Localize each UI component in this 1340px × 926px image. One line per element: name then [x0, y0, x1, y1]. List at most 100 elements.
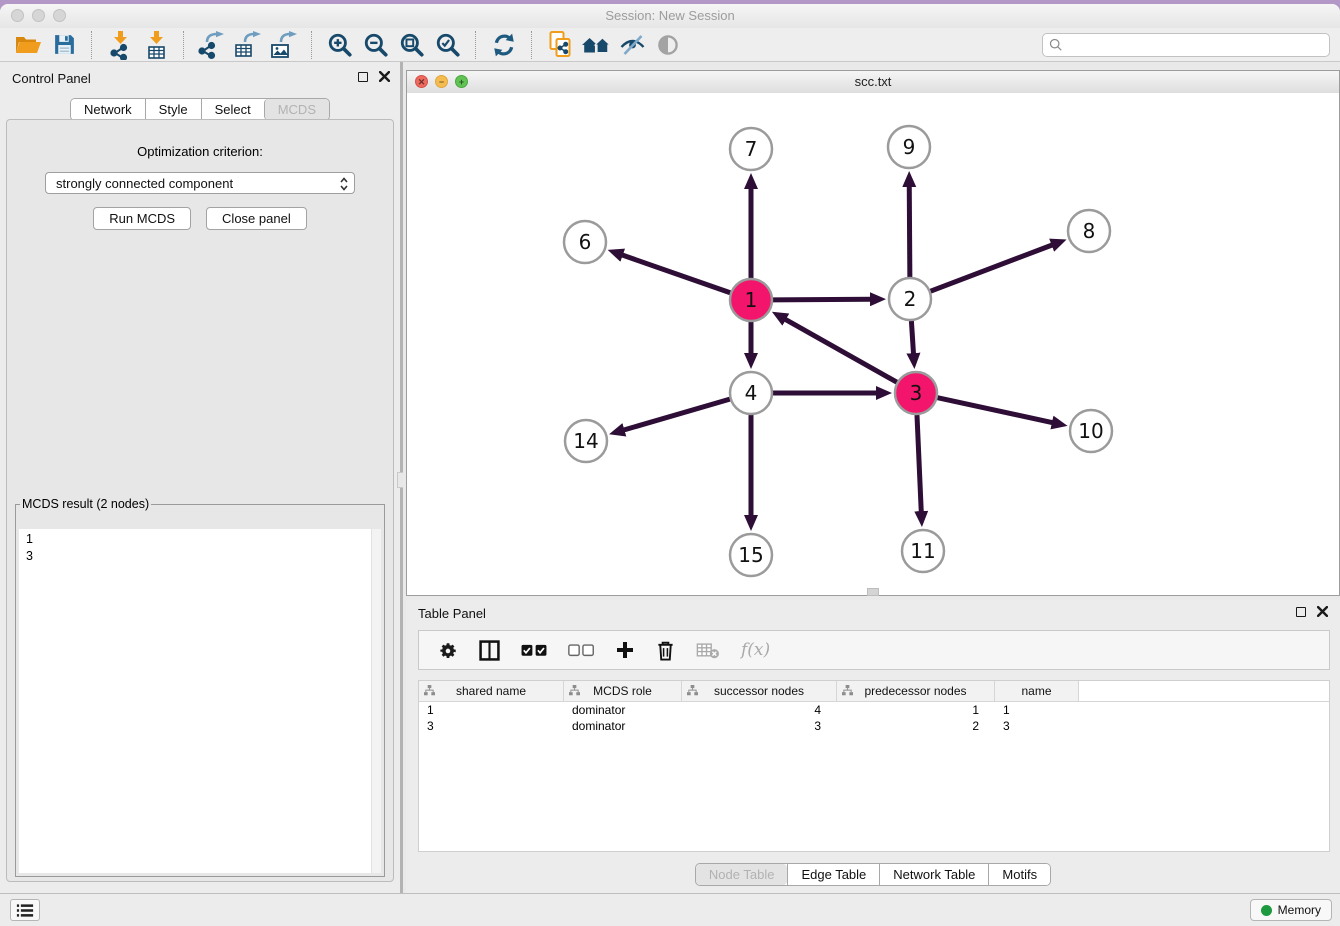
graph-node-3[interactable]: 3: [895, 372, 937, 414]
table-cell[interactable]: 1: [837, 702, 995, 718]
tab-network[interactable]: Network: [71, 99, 145, 120]
table-cell[interactable]: 4: [682, 702, 837, 718]
graph-node-14[interactable]: 14: [565, 420, 607, 462]
deselect-all-icon[interactable]: [568, 644, 594, 657]
mcds-result-area[interactable]: 1 3: [19, 529, 381, 873]
tab-group: NetworkStyleSelectMCDS: [70, 98, 330, 121]
float-panel-icon[interactable]: [358, 72, 368, 82]
tab-select[interactable]: Select: [201, 99, 264, 120]
export-image-icon[interactable]: [266, 30, 302, 60]
tab-mcds[interactable]: MCDS: [264, 99, 329, 120]
graph-edge-3-11[interactable]: [917, 415, 921, 513]
import-network-icon[interactable]: [102, 30, 138, 60]
control-panel-tabs: NetworkStyleSelectMCDS: [0, 98, 400, 121]
column-header-predecessor-nodes[interactable]: predecessor nodes: [837, 681, 995, 701]
table-row[interactable]: 3dominator323: [419, 718, 1329, 734]
graph-edge-2-3[interactable]: [911, 321, 913, 355]
graph-edge-1-6[interactable]: [621, 255, 730, 293]
graph-node-1[interactable]: 1: [730, 279, 772, 321]
graph-edge-1-2[interactable]: [773, 299, 872, 300]
zoom-selected-icon[interactable]: [430, 30, 466, 60]
run-mcds-button[interactable]: Run MCDS: [93, 207, 191, 230]
task-history-button[interactable]: [10, 899, 40, 921]
minimize-network-button[interactable]: −: [435, 75, 448, 88]
graph-edge-4-14[interactable]: [622, 399, 729, 430]
table-cell[interactable]: 1: [419, 702, 564, 718]
float-panel-icon[interactable]: [1296, 607, 1306, 617]
eye-icon[interactable]: [650, 30, 686, 60]
tab-network-table[interactable]: Network Table: [879, 864, 988, 885]
column-header-successor-nodes[interactable]: successor nodes: [682, 681, 837, 701]
table-panel-title: Table Panel: [418, 606, 486, 621]
close-panel-icon[interactable]: [379, 71, 390, 82]
network-resize-grip[interactable]: [867, 588, 879, 596]
duplicate-network-icon[interactable]: [542, 30, 578, 60]
table-cell[interactable]: 3: [419, 718, 564, 734]
zoom-in-icon[interactable]: [322, 30, 358, 60]
control-panel-window-buttons: [358, 71, 390, 82]
close-panel-icon[interactable]: [1317, 606, 1328, 617]
delete-icon[interactable]: [656, 640, 675, 661]
select-all-icon[interactable]: [521, 644, 547, 657]
graph-edge-2-8[interactable]: [931, 244, 1054, 291]
table-panel-window-buttons: [1296, 606, 1328, 617]
column-header-mcds-role[interactable]: MCDS role: [564, 681, 682, 701]
refresh-layout-icon[interactable]: [486, 30, 522, 60]
criterion-select[interactable]: strongly connected component: [45, 172, 355, 194]
node-table: shared nameMCDS rolesuccessor nodesprede…: [418, 680, 1330, 852]
graph-edge-3-1[interactable]: [784, 319, 897, 383]
column-header-shared-name[interactable]: shared name: [419, 681, 564, 701]
zoom-fit-icon[interactable]: [394, 30, 430, 60]
table-cell[interactable]: 1: [995, 702, 1079, 718]
column-header-name[interactable]: name: [995, 681, 1079, 701]
export-network-icon[interactable]: [194, 30, 230, 60]
svg-text:8: 8: [1083, 219, 1096, 243]
table-cell[interactable]: 3: [995, 718, 1079, 734]
settings-gear-icon[interactable]: [437, 640, 458, 661]
network-graph[interactable]: 7 9 6 8 1 2 4 3 14 10 15 11: [407, 93, 1339, 595]
svg-text:10: 10: [1078, 419, 1103, 443]
close-network-button[interactable]: ✕: [415, 75, 428, 88]
export-table-icon[interactable]: [230, 30, 266, 60]
graph-node-8[interactable]: 8: [1068, 210, 1110, 252]
table-cell[interactable]: 3: [682, 718, 837, 734]
tab-node-table[interactable]: Node Table: [696, 864, 788, 885]
home-icon[interactable]: [578, 30, 614, 60]
memory-button[interactable]: Memory: [1250, 899, 1332, 921]
import-table-icon[interactable]: [138, 30, 174, 60]
network-canvas[interactable]: 7 9 6 8 1 2 4 3 14 10 15 11: [407, 93, 1339, 595]
graph-node-2[interactable]: 2: [889, 278, 931, 320]
graph-node-4[interactable]: 4: [730, 372, 772, 414]
tab-style[interactable]: Style: [145, 99, 201, 120]
graph-node-10[interactable]: 10: [1070, 410, 1112, 452]
add-column-icon[interactable]: [615, 640, 635, 660]
table-cell[interactable]: dominator: [564, 702, 682, 718]
toggle-panel-icon[interactable]: [479, 640, 500, 661]
graph-edge-3-10[interactable]: [937, 398, 1053, 423]
result-scrollbar[interactable]: [371, 529, 381, 873]
graph-node-7[interactable]: 7: [730, 128, 772, 170]
graph-node-6[interactable]: 6: [564, 221, 606, 263]
search-input[interactable]: [1042, 33, 1330, 57]
graph-node-15[interactable]: 15: [730, 534, 772, 576]
open-icon[interactable]: [10, 30, 46, 60]
maximize-network-button[interactable]: +: [455, 75, 468, 88]
svg-text:6: 6: [579, 230, 592, 254]
memory-status-icon: [1261, 905, 1272, 916]
delete-table-icon[interactable]: [696, 642, 720, 659]
table-cell[interactable]: dominator: [564, 718, 682, 734]
hide-details-icon[interactable]: [614, 30, 650, 60]
tab-edge-table[interactable]: Edge Table: [787, 864, 879, 885]
svg-text:1: 1: [745, 288, 758, 312]
function-builder-icon[interactable]: f(x): [741, 640, 770, 660]
search-box: [1042, 33, 1330, 57]
table-row[interactable]: 1dominator411: [419, 702, 1329, 718]
graph-node-11[interactable]: 11: [902, 530, 944, 572]
graph-node-9[interactable]: 9: [888, 126, 930, 168]
tab-motifs[interactable]: Motifs: [988, 864, 1050, 885]
zoom-out-icon[interactable]: [358, 30, 394, 60]
save-icon[interactable]: [46, 30, 82, 60]
graph-edge-2-9[interactable]: [909, 185, 910, 277]
table-cell[interactable]: 2: [837, 718, 995, 734]
close-panel-button[interactable]: Close panel: [206, 207, 307, 230]
